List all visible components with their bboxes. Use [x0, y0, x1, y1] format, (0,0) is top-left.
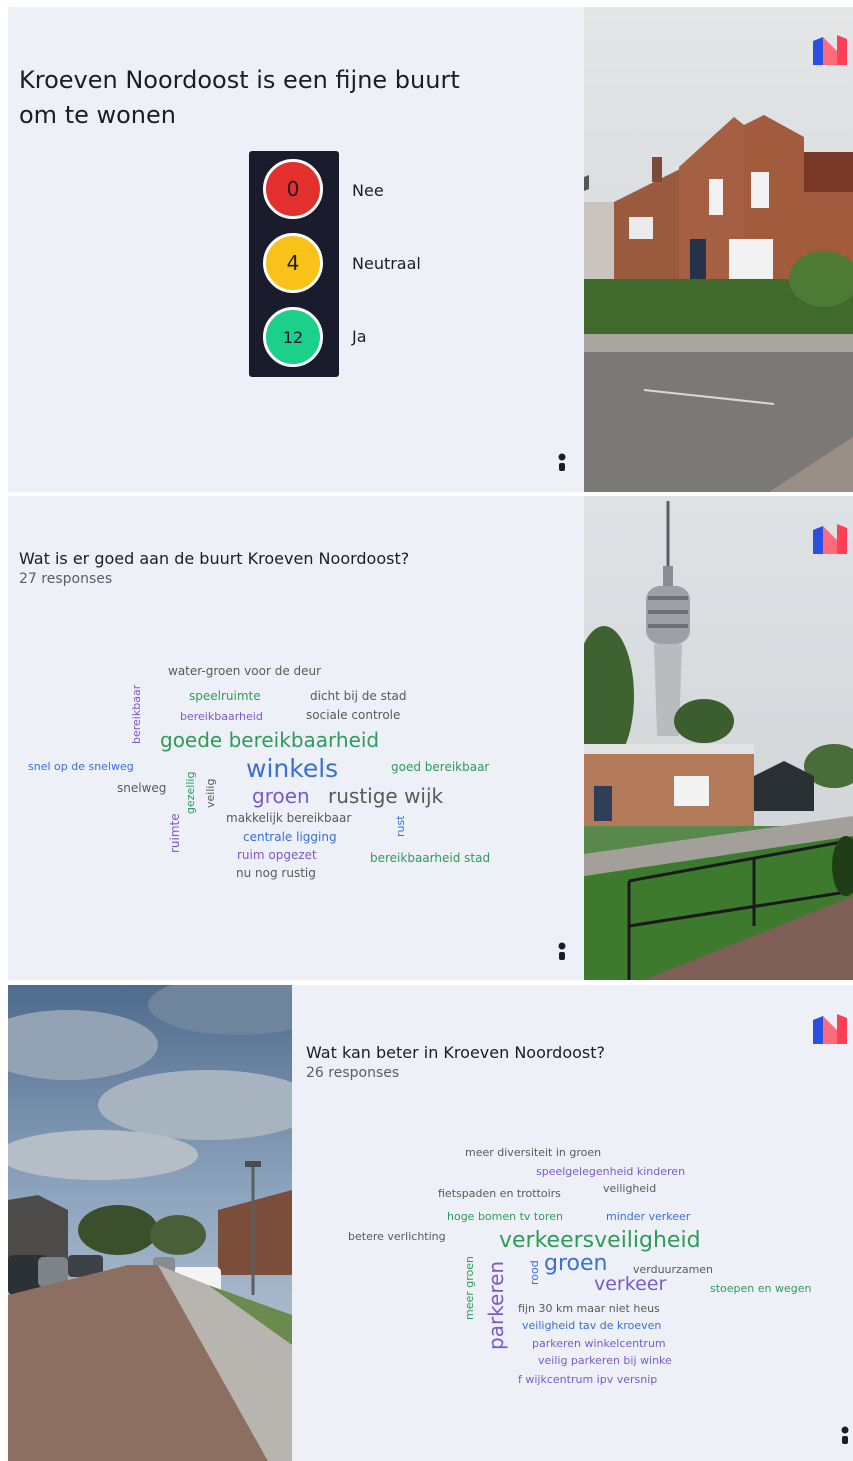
- word: verkeersveiligheid: [499, 1228, 701, 1253]
- ja-label: Ja: [352, 327, 367, 346]
- word: water-groen voor de deur: [168, 664, 322, 678]
- word: ruimte: [168, 813, 182, 853]
- person-icon[interactable]: [557, 942, 567, 962]
- mentimeter-logo-icon: [813, 35, 847, 65]
- word: parkeren: [484, 1260, 508, 1350]
- nee-label: Nee: [352, 181, 384, 200]
- slide-word-cloud-better: Wat kan beter in Kroeven Noordoost? 26 r…: [8, 985, 853, 1461]
- word: centrale ligging: [243, 830, 337, 844]
- word: veilig: [204, 778, 217, 808]
- word: hoge bomen tv toren: [447, 1210, 563, 1223]
- word: fietspaden en trottoirs: [438, 1187, 561, 1200]
- slide-traffic-light: Kroeven Noordoost is een fijne buurt om …: [8, 7, 853, 492]
- word: speelgelegenheid kinderen: [536, 1165, 686, 1178]
- neutraal-count: 4: [263, 233, 323, 293]
- word: bereikbaarheid stad: [370, 851, 491, 865]
- word: gezellig: [184, 771, 197, 814]
- word: speelruimte: [189, 689, 261, 703]
- word: betere verlichting: [348, 1230, 446, 1243]
- word-cloud: meer diversiteit in groen speelgelegenhe…: [8, 985, 853, 1461]
- word: dicht bij de stad: [310, 689, 407, 703]
- nee-count: 0: [263, 159, 323, 219]
- word: snelweg: [117, 781, 167, 795]
- brick-house-photo: [584, 7, 853, 492]
- word: winkels: [246, 754, 339, 783]
- word: meer groen: [463, 1255, 476, 1320]
- word: ruim opgezet: [237, 848, 317, 862]
- tv-tower-photo: [584, 496, 853, 980]
- word: stoepen en wegen: [710, 1282, 812, 1295]
- word: f wijkcentrum ipv versnip: [518, 1373, 658, 1386]
- word: sociale controle: [306, 708, 401, 722]
- word: veiligheid tav de kroeven: [522, 1319, 662, 1332]
- word: minder verkeer: [606, 1210, 691, 1223]
- traffic-light: 0 4 12: [249, 151, 339, 377]
- word: meer diversiteit in groen: [465, 1146, 602, 1159]
- word: rust: [394, 815, 407, 837]
- word: verkeer: [594, 1273, 667, 1295]
- word: veiligheid: [603, 1182, 657, 1195]
- word: rood: [528, 1260, 541, 1285]
- mentimeter-logo-icon: [813, 524, 847, 554]
- word: bereikbaar: [130, 684, 143, 744]
- word: goed bereikbaar: [391, 760, 490, 774]
- neutraal-label: Neutraal: [352, 254, 421, 273]
- word: rustige wijk: [328, 784, 444, 808]
- word: snel op de snelweg: [28, 760, 134, 773]
- slide-title: Kroeven Noordoost is een fijne buurt om …: [19, 66, 460, 129]
- word: fijn 30 km maar niet heus: [518, 1302, 660, 1315]
- word: makkelijk bereikbaar: [226, 811, 352, 825]
- word: nu nog rustig: [236, 866, 316, 880]
- word: veilig parkeren bij winke: [538, 1354, 672, 1367]
- person-icon[interactable]: [557, 453, 567, 473]
- word: parkeren winkelcentrum: [532, 1337, 666, 1350]
- person-icon[interactable]: [840, 1426, 850, 1446]
- slide-word-cloud-good: Wat is er goed aan de buurt Kroeven Noor…: [8, 496, 853, 980]
- word: groen: [252, 784, 310, 808]
- ja-count: 12: [263, 307, 323, 367]
- word: bereikbaarheid: [180, 710, 263, 723]
- word: goede bereikbaarheid: [160, 728, 380, 752]
